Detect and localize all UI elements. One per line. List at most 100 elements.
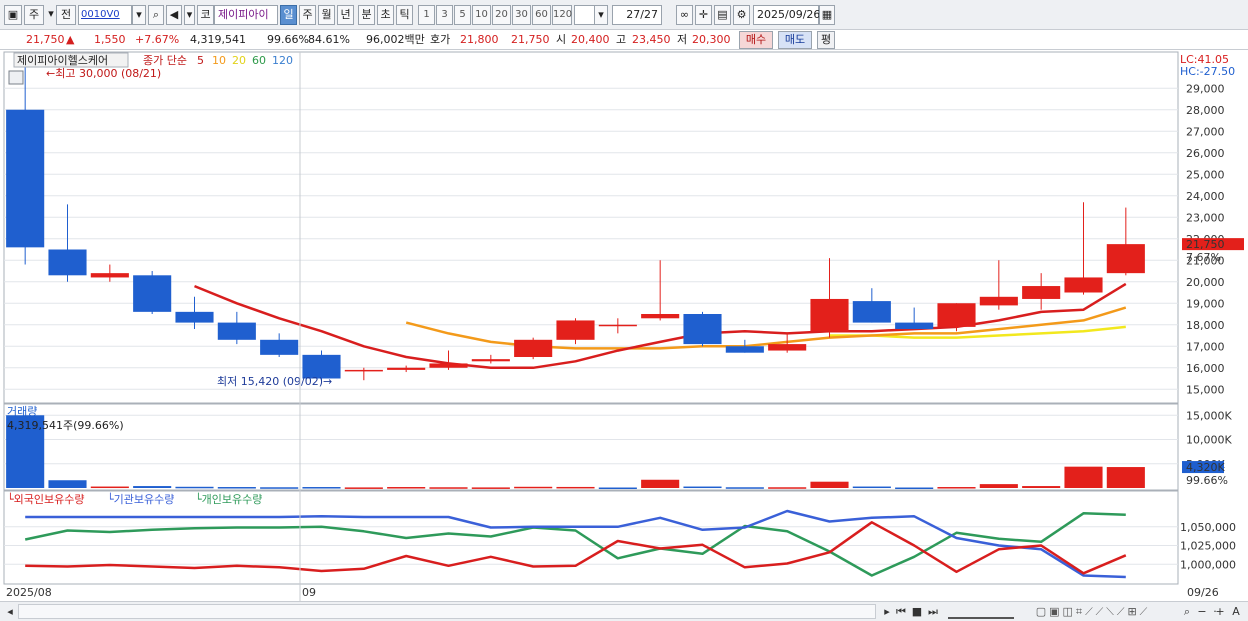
pct-tag: 7.67% [1186,251,1221,264]
prev-button[interactable]: 전 [56,5,76,25]
bottom-toolbar: ◂ ▸ ⏮ ■ ⏭ ▢▣◫⌗⟋⟋⟍⟋⊞⟋ ⌕ − · + A [0,601,1248,621]
zoom-slider[interactable] [948,604,1014,619]
volume-bar [598,487,637,490]
period-year-button[interactable]: 년 [337,5,354,25]
ma-legend-5: 5 [197,54,204,67]
period-tick-label: 틱 [399,8,410,21]
volume-bar [852,486,891,489]
period-type-arrow-icon[interactable]: ▾ [46,5,56,25]
volume-bar [429,487,468,489]
date-input[interactable]: 2025/09/26 [753,5,820,25]
period-week-button[interactable]: 주 [299,5,316,25]
zoom-out-icon[interactable]: − [1196,604,1208,619]
binoculars-icon[interactable]: ∞ [676,5,693,25]
candle-body [133,275,172,312]
search-icon[interactable]: ⌕ [148,5,164,25]
stop-icon[interactable]: ■ [910,604,924,619]
stock-title: 제이피아이헬스케어 [17,54,108,67]
period-week-label: 주 [302,8,313,21]
candle-body [641,314,680,319]
eval-label: 평 [820,33,832,46]
candle-body [768,344,807,351]
save-icon[interactable]: ▤ [714,5,731,25]
stock-name-field[interactable]: 제이피아이 [214,5,278,25]
buy-button[interactable]: 매수 [739,31,773,49]
volume-bar [260,487,299,489]
interval-dropdown-icon[interactable]: ▾ [594,5,608,25]
layout-icon[interactable]: ▣ [4,5,22,25]
interval-30-button[interactable]: 30 [512,5,531,25]
volume-bar [344,487,383,489]
interval-1-button[interactable]: 1 [418,5,435,25]
candle-body [471,359,510,362]
fast-forward-icon[interactable]: ⏭ [926,604,940,619]
institution-legend: └기관보유수량 [107,492,174,506]
candle-body [260,339,299,355]
volume-tick-label: 10,000K [1186,434,1232,447]
calendar-icon[interactable]: ▦ [819,5,835,25]
price-tick-label: 25,000 [1186,168,1225,181]
magnifier-icon[interactable]: ⌕ [1180,604,1194,619]
interval-3-button[interactable]: 3 [436,5,453,25]
candle-body [810,298,849,332]
count-input[interactable]: 27/27 [612,5,662,25]
scroll-left-icon[interactable]: ◂ [4,604,16,619]
x-label-month: 09 [302,586,316,599]
candle-body [217,322,256,340]
volume-bar [471,487,510,489]
gear-icon[interactable]: ⚙ [733,5,750,25]
ma-legend-10: 10 [212,54,226,67]
period-minute-button[interactable]: 분 [358,5,375,25]
sell-button[interactable]: 매도 [778,31,812,49]
candle-body [90,273,129,278]
period-month-button[interactable]: 월 [318,5,335,25]
period-tick-button[interactable]: 틱 [396,5,413,25]
period-second-label: 초 [380,8,391,21]
price-tick-label: 18,000 [1186,319,1225,332]
interval-60-button[interactable]: 60 [532,5,551,25]
high-label: 고 [616,33,627,46]
period-day-button[interactable]: 일 [280,5,297,25]
volume-bar [175,486,214,489]
holding-tick-label: 1,025,000 [1180,540,1236,553]
zoom-in-icon[interactable]: + [1214,604,1226,619]
code-dropdown-icon[interactable]: ▾ [132,5,146,25]
individual-legend-text: 개인보유수량 [202,493,263,506]
volume-title: 거래량 [7,405,37,418]
eval-button[interactable]: 평 [817,31,835,49]
drawing-tools-icons[interactable]: ▢▣◫⌗⟋⟋⟍⟋⊞⟋ [1018,604,1168,619]
volume-bar [937,487,976,489]
speaker-dropdown-icon[interactable]: ▾ [184,5,195,25]
interval-10-button[interactable]: 10 [472,5,491,25]
period-type-select[interactable]: 주 [24,5,44,25]
interval-20-button[interactable]: 20 [492,5,511,25]
ask-price: 21,800 [460,33,499,46]
rewind-icon[interactable]: ⏮ [894,604,908,619]
horizontal-scrollbar[interactable] [18,604,876,619]
period-year-label: 년 [340,8,351,21]
chart-area[interactable]: 15,00016,00017,00018,00019,00020,00021,0… [0,50,1248,601]
period-type-label: 주 [28,8,40,21]
foreign-legend-text: 외국인보유수량 [14,493,85,506]
volume-tick-label: 15,000K [1186,409,1232,422]
scroll-right-icon[interactable]: ▸ [880,604,894,619]
ma-legend-prefix: 종가 단순 [143,54,187,67]
crosshair-icon[interactable]: ✛ [695,5,712,25]
candle-body [937,303,976,327]
auto-scale-icon[interactable]: A [1229,604,1243,619]
chart-calc-icon[interactable] [8,70,24,85]
period-second-button[interactable]: 초 [377,5,394,25]
candle-body [48,249,87,276]
speaker-icon[interactable]: ◀ [166,5,182,25]
candle-body [852,301,891,323]
current-price: 21,750 [26,33,65,46]
change-arrow: ▲ [66,33,75,46]
holding-tick-label: 1,050,000 [1180,521,1236,534]
trade-amount: 96,002백만 [366,33,425,46]
candle-body [6,109,45,248]
interval-120-button[interactable]: 120 [552,5,572,25]
candle-body [979,296,1018,306]
candle-body [1064,277,1103,293]
stock-code-input[interactable]: 0010V0 [78,5,132,25]
interval-5-button[interactable]: 5 [454,5,471,25]
